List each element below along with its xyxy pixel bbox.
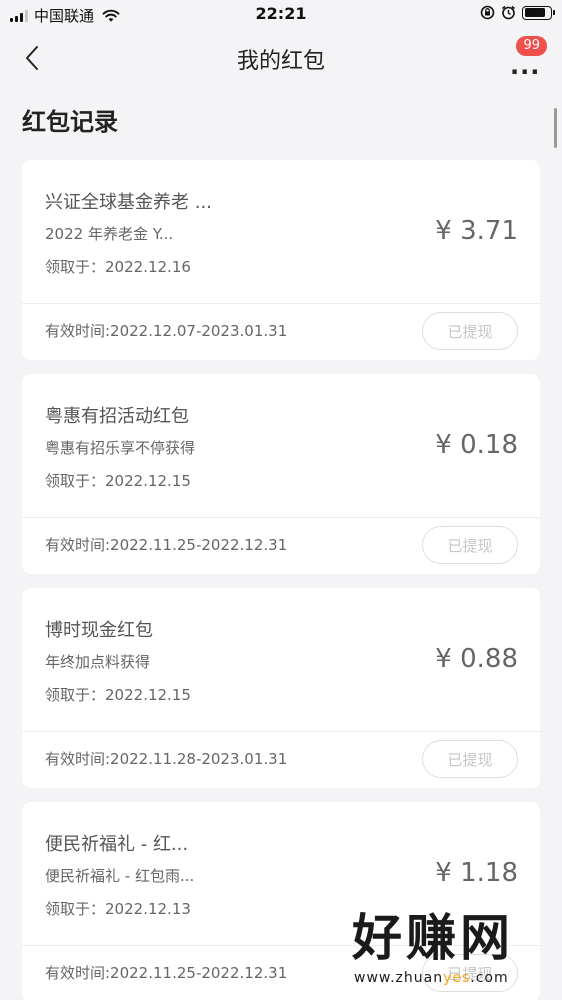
more-button[interactable]: ··· 99 — [504, 36, 547, 84]
packet-date: 领取于：2022.12.15 — [45, 684, 191, 705]
card-divider — [22, 517, 540, 518]
packet-name: 粤惠有招活动红包 — [45, 406, 189, 427]
notification-badge: 99 — [516, 36, 547, 56]
packet-name: 便民祈福礼 - 红... — [45, 834, 189, 855]
date-value: 2022.12.15 — [105, 472, 191, 490]
date-label: 领取于： — [45, 686, 106, 704]
page-title: 我的红包 — [236, 49, 325, 74]
packet-name: 兴证全球基金养老 ... — [45, 192, 212, 213]
packet-source: 2022 年养老金 Y... — [45, 225, 174, 243]
packet-date: 领取于：2022.12.13 — [45, 898, 191, 919]
packet-source: 粤惠有招乐享不停获得 — [45, 439, 196, 457]
date-value: 2022.12.15 — [105, 686, 191, 704]
watermark-logo: 好赚网 www.zhuanyes.com — [352, 908, 542, 992]
scroll-indicator[interactable] — [554, 108, 557, 148]
watermark-url-prefix: www.zhuan — [354, 970, 444, 986]
date-value: 2022.12.13 — [105, 900, 191, 918]
alarm-icon — [502, 5, 515, 20]
date-label: 领取于： — [45, 900, 106, 918]
red-packet-card[interactable]: 粤惠有招活动红包 粤惠有招乐享不停获得 领取于：2022.12.15 ¥ 0.1… — [22, 374, 540, 574]
nav-bar: 我的红包 ··· 99 — [0, 30, 562, 86]
orientation-lock-icon — [480, 5, 495, 20]
packet-source: 年终加点料获得 — [45, 653, 151, 671]
date-label: 领取于： — [45, 472, 106, 490]
date-value: 2022.12.16 — [105, 258, 191, 276]
watermark-url: www.zhuanyes.com — [354, 970, 509, 986]
withdrawn-button[interactable]: 已提现 — [422, 312, 518, 350]
watermark-url-highlight: yes — [443, 970, 471, 986]
packet-amount: ¥ 3.71 — [435, 216, 518, 246]
packet-validity: 有效时间:2022.11.28-2023.01.31 — [45, 750, 288, 768]
packet-source: 便民祈福礼 - 红包雨... — [45, 867, 195, 885]
packet-amount: ¥ 0.18 — [435, 430, 518, 460]
packet-amount: ¥ 0.88 — [435, 644, 518, 674]
date-label: 领取于： — [45, 258, 106, 276]
red-packet-card[interactable]: 博时现金红包 年终加点料获得 领取于：2022.12.15 ¥ 0.88 有效时… — [22, 588, 540, 788]
status-time: 22:21 — [255, 4, 307, 23]
packet-name: 博时现金红包 — [45, 620, 153, 641]
section-title: 红包记录 — [22, 108, 118, 136]
red-packet-card[interactable]: 兴证全球基金养老 ... 2022 年养老金 Y... 领取于：2022.12.… — [22, 160, 540, 360]
card-divider — [22, 731, 540, 732]
withdrawn-button[interactable]: 已提现 — [422, 526, 518, 564]
packet-date: 领取于：2022.12.16 — [45, 256, 191, 277]
more-icon: ··· — [510, 58, 541, 86]
status-right — [480, 5, 555, 20]
battery-icon — [522, 5, 555, 20]
packet-validity: 有效时间:2022.12.07-2023.01.31 — [45, 322, 288, 340]
packet-amount: ¥ 1.18 — [435, 858, 518, 888]
packet-date: 领取于：2022.12.15 — [45, 470, 191, 491]
packet-validity: 有效时间:2022.11.25-2022.12.31 — [45, 964, 288, 982]
watermark-url-suffix: .com — [470, 970, 509, 986]
red-packet-list: 兴证全球基金养老 ... 2022 年养老金 Y... 领取于：2022.12.… — [22, 160, 540, 1000]
watermark-text: 好赚网 — [352, 909, 514, 967]
withdrawn-button[interactable]: 已提现 — [422, 740, 518, 778]
packet-validity: 有效时间:2022.11.25-2022.12.31 — [45, 536, 288, 554]
card-divider — [22, 303, 540, 304]
status-bar: 中国联通 22:21 — [0, 0, 562, 30]
